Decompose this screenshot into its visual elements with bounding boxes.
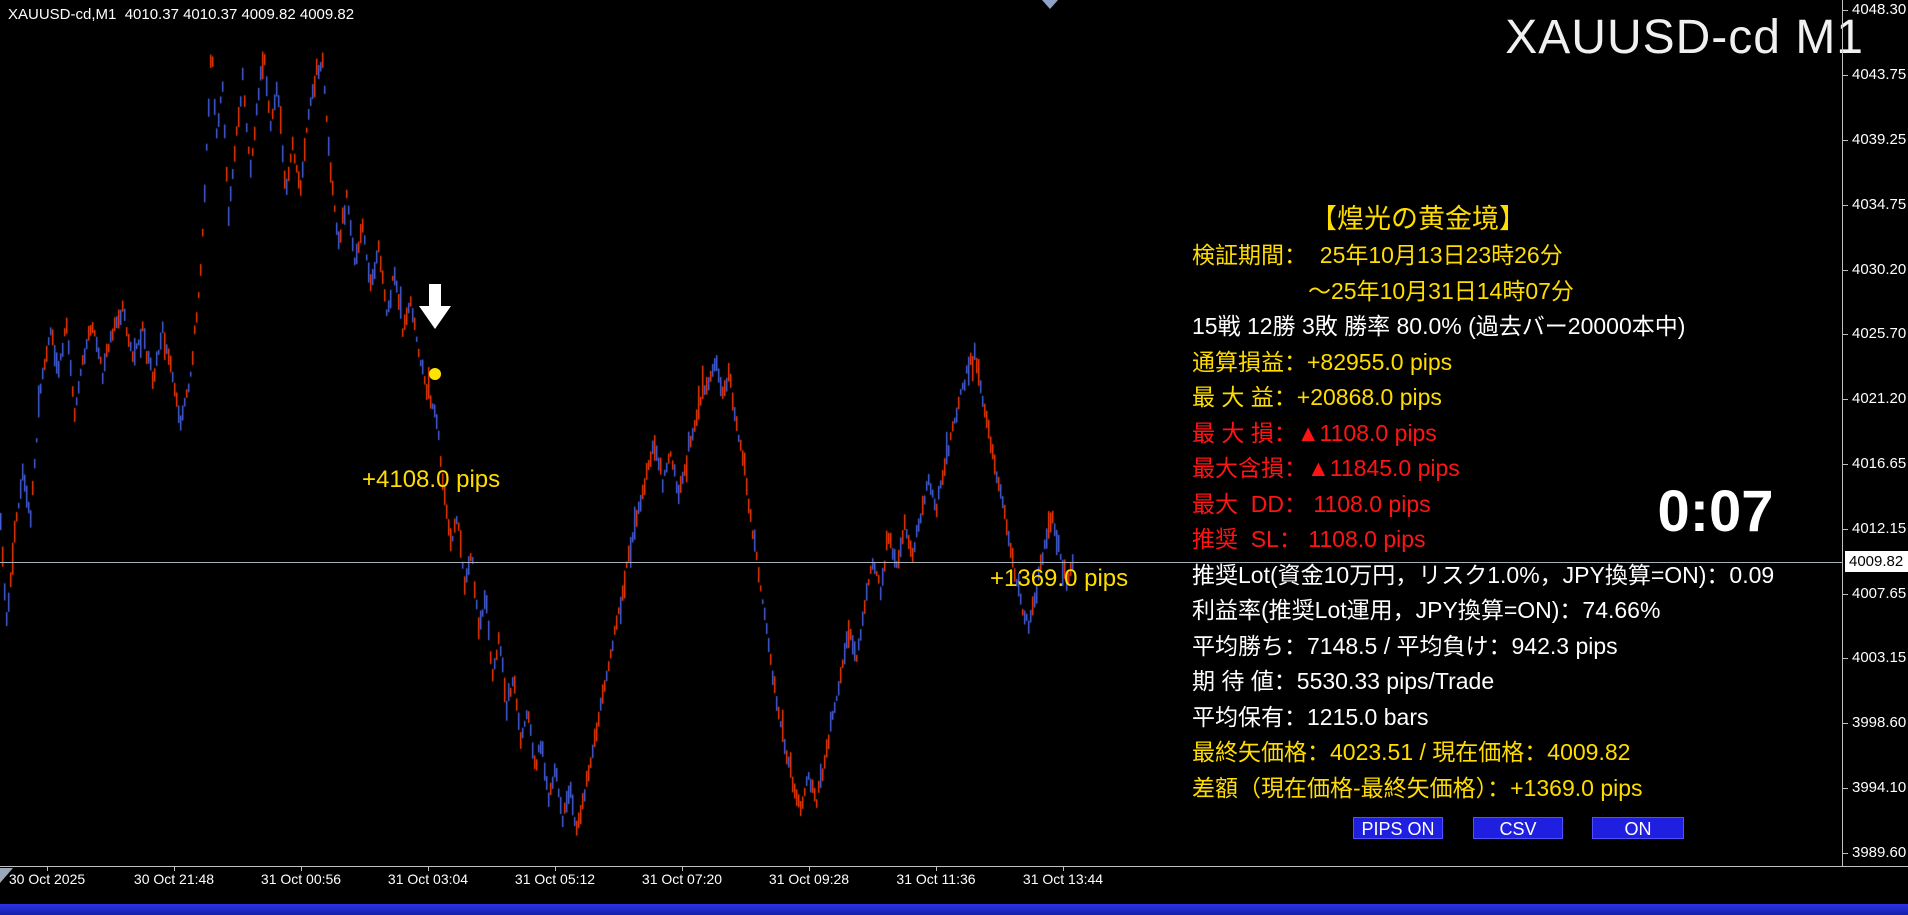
price-tick-mark (1842, 658, 1848, 659)
stats-line: 最終矢価格：4023.51 / 現在価格：4009.82 (1192, 739, 1631, 765)
time-tick-mark (1063, 866, 1064, 871)
price-tick-mark (1842, 529, 1848, 530)
time-axis-label: 31 Oct 09:28 (768, 871, 850, 887)
time-axis-label: 31 Oct 13:44 (1022, 871, 1104, 887)
stats-line: 平均保有：1215.0 bars (1192, 703, 1429, 730)
price-axis-label: 4021.20 (1852, 390, 1907, 407)
symbol-ohlc-info: XAUUSD-cd,M1 4010.37 4010.37 4009.82 400… (8, 6, 355, 23)
button-csv[interactable]: CSV (1473, 817, 1563, 839)
time-axis-line (0, 866, 1908, 867)
price-tick-mark (1842, 205, 1848, 206)
price-axis-label: 4039.25 (1852, 131, 1907, 148)
price-axis-label: 4012.15 (1852, 520, 1907, 537)
stats-line: 推奨 SL： 1108.0 pips (1192, 526, 1426, 552)
time-tick-mark (555, 866, 556, 871)
price-tick-mark (1842, 140, 1848, 141)
time-tick-mark (174, 866, 175, 871)
price-tick-mark (1842, 399, 1848, 400)
stats-line: 利益率(推奨Lot運用，JPY換算=ON)：74.66% (1192, 597, 1661, 623)
stats-line: 15戦 12勝 3敗 勝率 80.0% (過去バー20000本中) (1192, 313, 1686, 339)
price-tick-mark (1842, 10, 1848, 11)
stats-panel-title: 【煌光の黄金境】 (1310, 204, 1526, 234)
stats-line: 最 大 益：+20868.0 pips (1192, 384, 1442, 410)
time-tick-mark (301, 866, 302, 871)
current-price-line (0, 562, 1842, 563)
stats-line: ～25年10月31日14時07分 (1308, 277, 1574, 304)
price-axis-label: 4043.75 (1852, 66, 1907, 83)
stats-line: 通算損益：+82955.0 pips (1192, 348, 1453, 375)
stats-line: 期 待 値：5530.33 pips/Trade (1192, 668, 1495, 694)
price-axis-label: 3998.60 (1852, 714, 1907, 731)
time-axis-label: 31 Oct 11:36 (896, 871, 976, 887)
price-tick-mark (1842, 464, 1848, 465)
time-axis-label: 31 Oct 00:56 (260, 871, 342, 887)
price-chart-canvas[interactable] (0, 0, 1842, 867)
stats-line: 最 大 損：▲1108.0 pips (1192, 419, 1437, 446)
time-axis-label: 31 Oct 05:12 (514, 871, 596, 887)
price-axis-line (1842, 0, 1843, 866)
time-tick-mark (809, 866, 810, 871)
closed-trade-pips-label: +4108.0 pips (362, 466, 501, 493)
price-axis-label: 4030.20 (1852, 261, 1907, 278)
taskbar-strip (0, 904, 1908, 915)
price-tick-mark (1842, 270, 1848, 271)
price-tick-mark (1842, 334, 1848, 335)
stats-line: 検証期間： 25年10月13日23時26分 (1192, 242, 1563, 268)
button-on[interactable]: ON (1592, 817, 1684, 839)
time-axis-label: 31 Oct 03:04 (387, 871, 469, 887)
price-axis-label: 4016.65 (1852, 455, 1907, 472)
open-trade-pips-label: +1369.0 pips (990, 565, 1129, 592)
chart-watermark-title: XAUUSD-cd M1 (1505, 11, 1864, 64)
price-tick-mark (1842, 723, 1848, 724)
scroll-origin-icon (0, 868, 13, 883)
time-tick-mark (428, 866, 429, 871)
chevron-down-icon (1042, 0, 1058, 9)
price-axis-label: 3994.10 (1852, 779, 1907, 796)
price-axis-label: 4007.65 (1852, 585, 1907, 602)
time-axis-label: 30 Oct 21:48 (133, 871, 215, 887)
mt4-chart-window: XAUUSD-cd,M1 4010.37 4010.37 4009.82 400… (0, 0, 1908, 915)
stats-line: 最大 DD： 1108.0 pips (1192, 490, 1431, 517)
stats-line: 推奨Lot(資金10万円，リスク1.0%，JPY換算=ON)：0.09 (1192, 561, 1775, 588)
time-axis-label: 30 Oct 2025 (8, 871, 86, 887)
current-price-badge: 4009.82 (1845, 551, 1908, 572)
time-tick-mark (682, 866, 683, 871)
price-tick-mark (1842, 594, 1848, 595)
price-tick-mark (1842, 75, 1848, 76)
button-pips-on[interactable]: PIPS ON (1353, 817, 1443, 839)
price-axis-label: 4034.75 (1852, 196, 1907, 213)
price-tick-mark (1842, 853, 1848, 854)
price-axis-label: 4025.70 (1852, 325, 1907, 342)
time-tick-mark (47, 866, 48, 871)
price-axis-label: 3989.60 (1852, 844, 1907, 861)
entry-dot-marker (429, 368, 441, 380)
price-axis-label: 4048.30 (1852, 1, 1907, 18)
price-axis-label: 4003.15 (1852, 649, 1907, 666)
stats-line: 最大含損：▲11845.0 pips (1192, 455, 1460, 481)
down-arrow-icon (417, 284, 453, 330)
time-axis-label: 31 Oct 07:20 (641, 871, 723, 887)
stats-line: 差額（現在価格-最終矢価格）：+1369.0 pips (1192, 774, 1643, 801)
price-tick-mark (1842, 788, 1848, 789)
time-tick-mark (936, 866, 937, 871)
bar-countdown-timer: 0:07 (1657, 479, 1774, 544)
stats-line: 平均勝ち：7148.5 / 平均負け：942.3 pips (1192, 632, 1618, 659)
